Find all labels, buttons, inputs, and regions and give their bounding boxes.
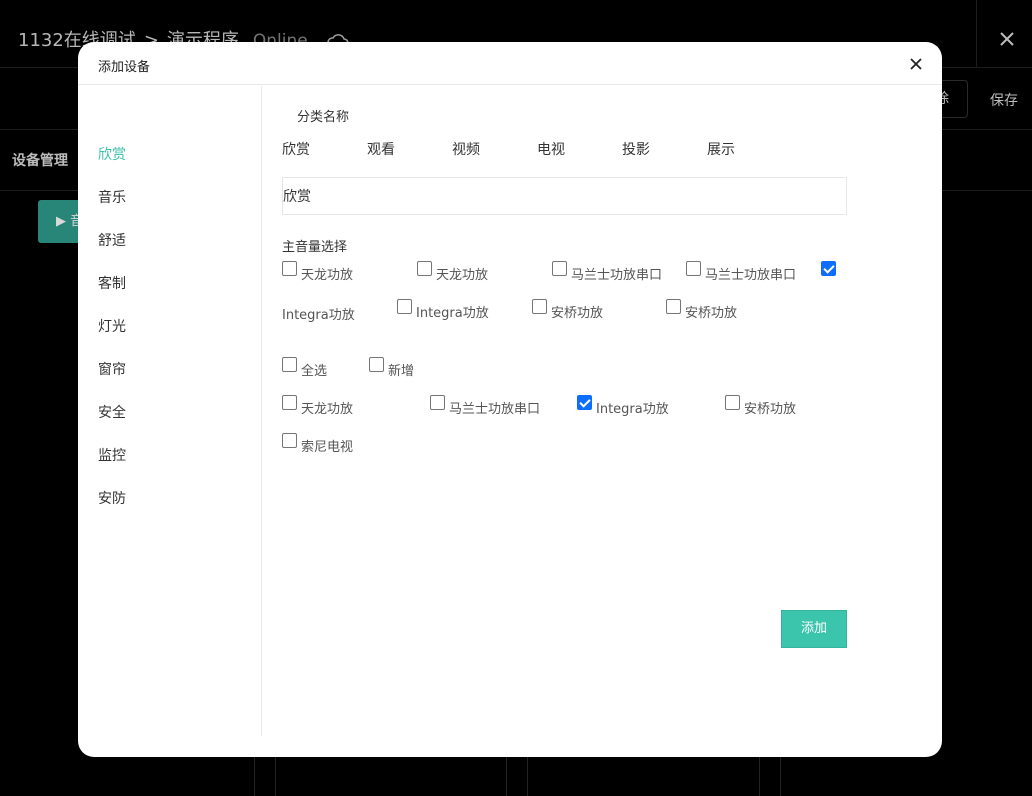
option-label: 天龙功放 — [436, 268, 489, 283]
checkbox[interactable] — [686, 261, 701, 276]
tab-display[interactable]: 展示 — [707, 139, 735, 159]
checkbox[interactable] — [430, 395, 445, 410]
master-volume-option[interactable]: 安桥功放 — [532, 299, 603, 321]
tab-watch[interactable]: 观看 — [367, 139, 395, 159]
checkbox[interactable] — [282, 433, 297, 448]
checkbox[interactable] — [532, 299, 547, 314]
option-label: 马兰士功放串口 — [449, 402, 541, 417]
tab-tv[interactable]: 电视 — [537, 139, 565, 159]
option-label: 安桥功放 — [685, 306, 738, 321]
checkbox[interactable] — [282, 261, 297, 276]
nav-item-comfort[interactable]: 舒适 — [98, 230, 126, 250]
nav-item-appreciation[interactable]: 欣赏 — [98, 144, 126, 164]
nav-item-curtains[interactable]: 窗帘 — [98, 359, 126, 379]
nav-item-monitoring[interactable]: 监控 — [98, 445, 126, 465]
close-icon[interactable] — [908, 56, 924, 72]
nav-item-lighting[interactable]: 灯光 — [98, 316, 126, 336]
checkbox[interactable] — [397, 299, 412, 314]
option-label: Integra功放 — [282, 308, 355, 323]
master-volume-option[interactable]: 天龙功放 — [417, 261, 488, 283]
category-nav: 欣赏 音乐 舒适 客制 灯光 窗帘 安全 监控 安防 — [78, 86, 262, 736]
option-label: Integra功放 — [596, 402, 669, 417]
checkbox-checked[interactable] — [821, 261, 836, 276]
option-label: Integra功放 — [416, 306, 489, 321]
checkbox-checked[interactable] — [577, 395, 592, 410]
master-volume-option[interactable]: 马兰士功放串口 — [686, 261, 796, 283]
option-label: 安桥功放 — [744, 402, 797, 417]
device-option[interactable]: 天龙功放 — [282, 395, 353, 417]
master-volume-option[interactable]: 马兰士功放串口 — [552, 261, 662, 283]
new-checkbox[interactable]: 新增 — [369, 357, 414, 379]
add-device-dialog: 添加设备 欣赏 音乐 舒适 客制 灯光 窗帘 安全 监控 安防 分类名称 欣赏 … — [78, 42, 942, 757]
master-volume-option[interactable]: Integra功放 — [397, 299, 489, 321]
option-label: 安桥功放 — [551, 306, 604, 321]
checkbox[interactable] — [369, 357, 384, 372]
tab-projection[interactable]: 投影 — [622, 139, 650, 159]
checkbox[interactable] — [417, 261, 432, 276]
nav-item-music[interactable]: 音乐 — [98, 187, 126, 207]
option-label: 天龙功放 — [301, 402, 354, 417]
select-all-label: 全选 — [301, 364, 328, 379]
master-volume-option-selected[interactable] — [821, 261, 836, 276]
master-volume-label: 主音量选择 — [282, 240, 348, 255]
device-option[interactable]: 马兰士功放串口 — [430, 395, 540, 417]
option-label: 马兰士功放串口 — [705, 268, 797, 283]
nav-item-security[interactable]: 安防 — [98, 488, 126, 508]
checkbox[interactable] — [666, 299, 681, 314]
tab-appreciation[interactable]: 欣赏 — [282, 139, 310, 159]
device-option[interactable]: Integra功放 — [577, 395, 669, 417]
option-label: 马兰士功放串口 — [571, 268, 663, 283]
option-label: 索尼电视 — [301, 440, 354, 455]
checkbox[interactable] — [725, 395, 740, 410]
new-label: 新增 — [388, 364, 415, 379]
checkbox[interactable] — [552, 261, 567, 276]
device-option[interactable]: 安桥功放 — [725, 395, 796, 417]
tab-video[interactable]: 视频 — [452, 139, 480, 159]
master-volume-option[interactable]: 天龙功放 — [282, 261, 353, 283]
device-option[interactable]: 索尼电视 — [282, 433, 353, 455]
category-name-label: 分类名称 — [297, 110, 350, 125]
add-button[interactable]: 添加 — [781, 610, 847, 648]
select-all-checkbox[interactable]: 全选 — [282, 357, 327, 379]
dialog-title: 添加设备 — [98, 60, 151, 75]
master-volume-option[interactable]: 安桥功放 — [666, 299, 737, 321]
dialog-header: 添加设备 — [78, 42, 942, 85]
nav-item-custom[interactable]: 客制 — [98, 273, 126, 293]
option-label: 天龙功放 — [301, 268, 354, 283]
checkbox[interactable] — [282, 395, 297, 410]
checkbox[interactable] — [282, 357, 297, 372]
nav-item-safety[interactable]: 安全 — [98, 402, 126, 422]
category-name-input[interactable] — [282, 177, 847, 215]
